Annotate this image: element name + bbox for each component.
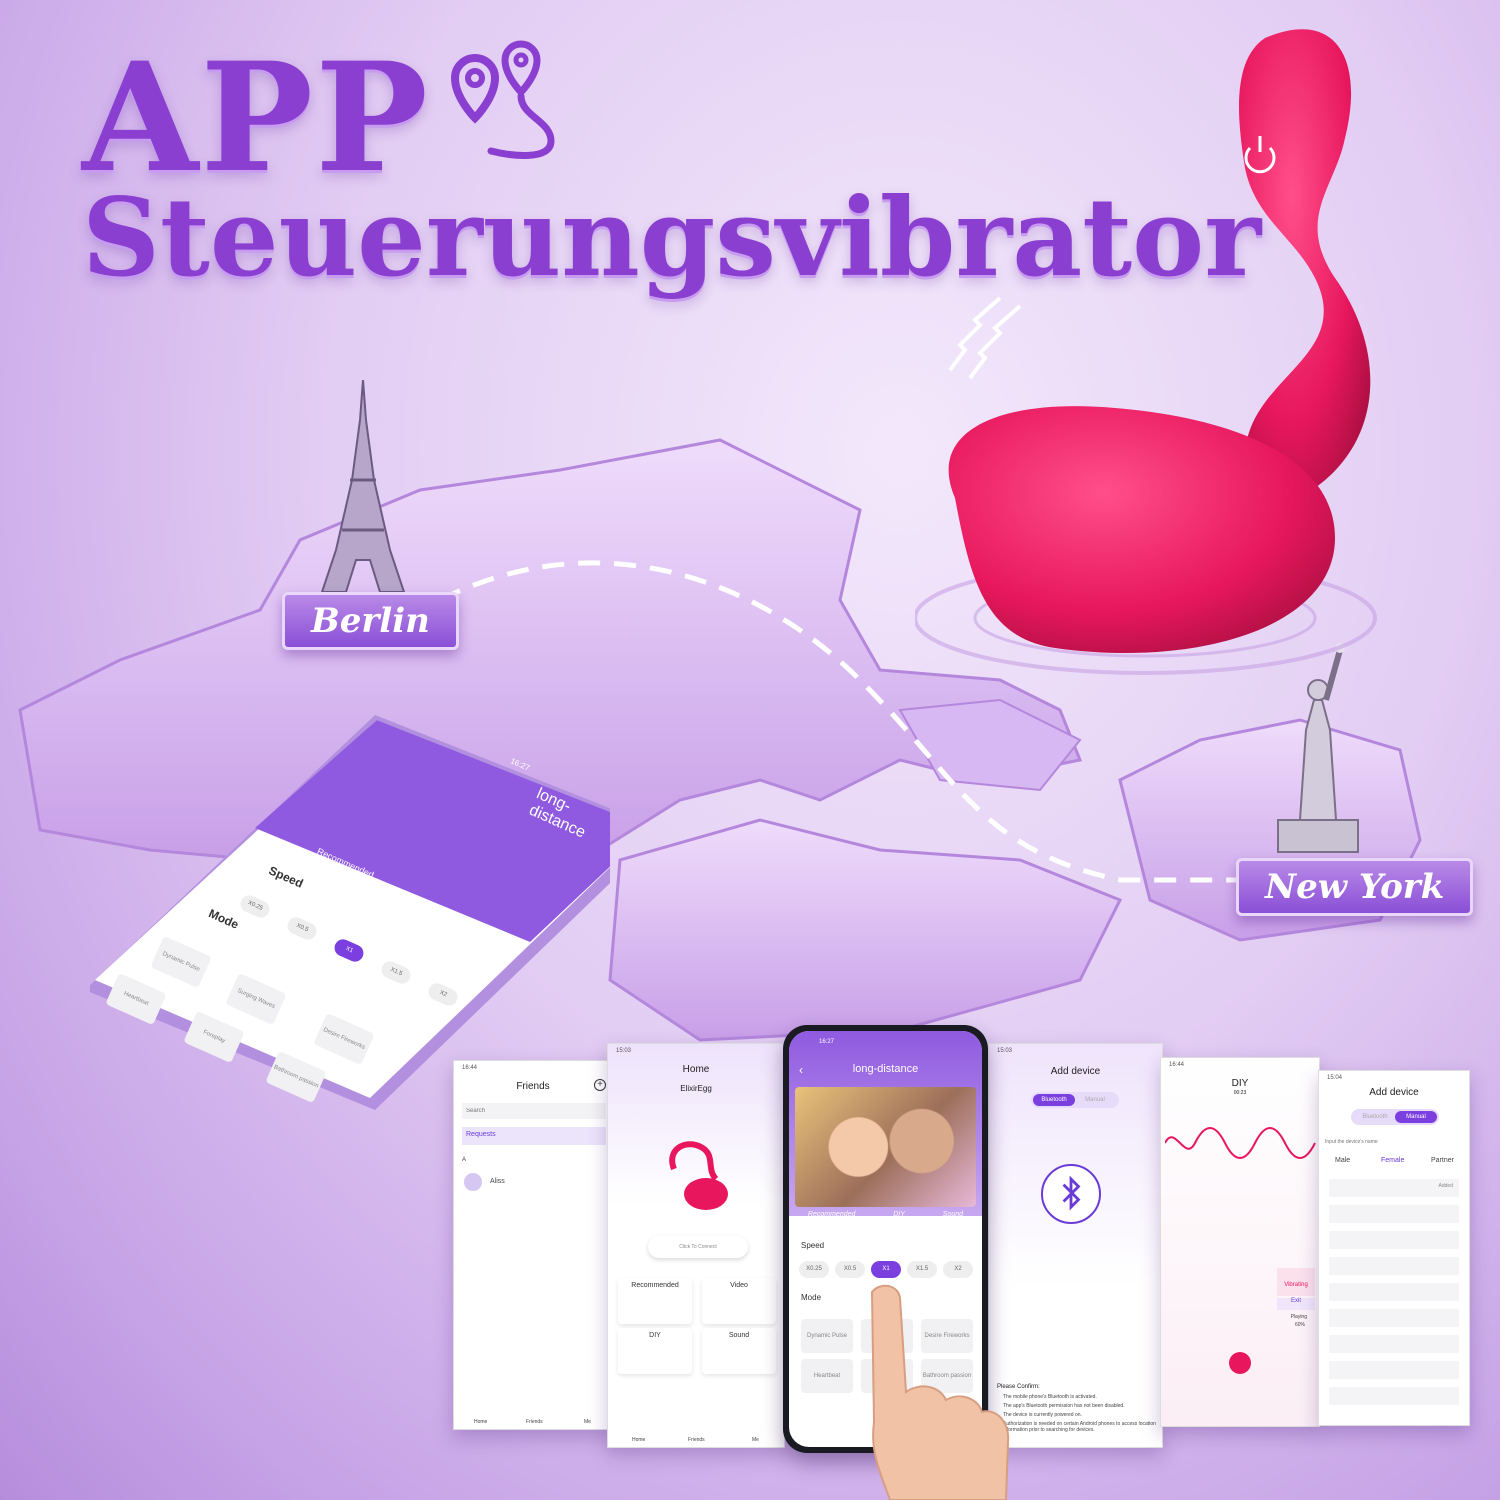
addman-tab-partner[interactable]: Partner — [1431, 1157, 1454, 1164]
home-card-video-label: Video — [730, 1282, 748, 1289]
center-mode-heartbeat[interactable]: Heartbeat — [801, 1359, 853, 1393]
home-card-diy[interactable]: DIY — [618, 1328, 692, 1374]
home-card-sound[interactable]: Sound — [702, 1328, 776, 1374]
addman-added-label: Added — [1438, 1183, 1453, 1189]
friends-nav-home[interactable]: Home — [474, 1419, 487, 1425]
friends-section-letter: A — [462, 1157, 467, 1163]
home-nav-me[interactable]: Me — [752, 1437, 759, 1443]
pointing-finger — [870, 1284, 1010, 1500]
bluetooth-scan-button[interactable] — [1041, 1164, 1101, 1224]
addbt-confirm-3: The device is currently powered on. — [1003, 1412, 1082, 1418]
addman-toggle-bluetooth[interactable]: Bluetooth — [1355, 1111, 1395, 1123]
addman-mode-toggle[interactable]: Bluetooth Manual — [1351, 1109, 1439, 1125]
addman-device-row[interactable] — [1329, 1361, 1459, 1379]
center-speed-label: Speed — [801, 1241, 825, 1250]
friends-time: 16:44 — [462, 1065, 478, 1071]
center-tab-recommended[interactable]: Recommended — [808, 1211, 855, 1218]
center-tab-sound[interactable]: Sound — [943, 1211, 963, 1218]
addman-tab-female[interactable]: Female — [1381, 1157, 1404, 1164]
home-card-video[interactable]: Video — [702, 1278, 776, 1324]
friends-search-input[interactable] — [462, 1103, 606, 1119]
friends-nav-friends[interactable]: Friends — [526, 1419, 543, 1425]
tilted-phone: 16:27 long-distance Recommended DIY Soun… — [85, 690, 665, 1110]
add-device-manual-screen: 15:04 Add device Bluetooth Manual Male F… — [1318, 1070, 1470, 1426]
home-device-image — [669, 1141, 728, 1210]
addbt-time: 15:03 — [997, 1048, 1013, 1054]
friends-screen: 16:44 Friends + Requests A Aliss Home Fr… — [453, 1060, 613, 1430]
city-label-new-york: New York — [1236, 858, 1474, 916]
add-device-bluetooth-screen: 15:03 Add device Bluetooth Manual Please… — [988, 1043, 1163, 1448]
addman-device-row[interactable] — [1329, 1231, 1459, 1249]
route-pin-icon — [450, 40, 555, 159]
addman-device-row[interactable] — [1329, 1257, 1459, 1275]
city-label-berlin: Berlin — [282, 592, 459, 650]
addbt-toggle-bluetooth[interactable]: Bluetooth — [1033, 1094, 1075, 1106]
center-tab-diy[interactable]: DIY — [893, 1211, 905, 1218]
home-card-diy-label: DIY — [649, 1332, 661, 1339]
home-nav-home[interactable]: Home — [632, 1437, 645, 1443]
addman-toggle-manual[interactable]: Manual — [1395, 1111, 1437, 1123]
diy-vibrating-button[interactable]: Vibrating — [1277, 1268, 1315, 1296]
addman-device-row[interactable] — [1329, 1309, 1459, 1327]
center-phone-time: 16:27 — [819, 1039, 835, 1045]
home-card-sound-label: Sound — [728, 1332, 750, 1339]
home-screen: 15:03 Home ElixirEgg Click To Connect Re… — [607, 1043, 785, 1448]
diy-exit-button[interactable]: Exit — [1277, 1298, 1315, 1310]
home-nav-friends[interactable]: Friends — [688, 1437, 705, 1443]
diy-play-button[interactable] — [1229, 1352, 1251, 1374]
addbt-confirm-2: The app's Bluetooth permission has not b… — [1003, 1403, 1125, 1409]
home-card-recommended[interactable]: Recommended — [618, 1278, 692, 1324]
friends-title: Friends — [516, 1081, 550, 1092]
addbt-mode-toggle[interactable]: Bluetooth Manual — [1031, 1092, 1119, 1108]
home-time: 15:03 — [616, 1048, 632, 1054]
vibration-wave-icon — [948, 296, 1022, 380]
home-card-recommended-label: Recommended — [631, 1282, 679, 1289]
addman-device-row[interactable] — [1329, 1283, 1459, 1301]
addbt-toggle-manual[interactable]: Manual — [1075, 1094, 1115, 1106]
addbt-title: Add device — [1050, 1066, 1101, 1077]
addman-tab-male[interactable]: Male — [1335, 1157, 1350, 1164]
center-phone-title: long-distance — [852, 1063, 919, 1075]
center-speed-x025[interactable]: X0.25 — [799, 1261, 829, 1278]
friends-requests-label: Requests — [466, 1131, 496, 1138]
center-speed-x2[interactable]: X2 — [943, 1261, 973, 1278]
bluetooth-icon — [1062, 1175, 1081, 1211]
addbt-confirm-1: The mobile phone's Bluetooth is activate… — [1003, 1394, 1097, 1400]
couple-photo — [795, 1087, 976, 1207]
addman-title: Add device — [1369, 1087, 1419, 1098]
diy-wave-graph — [1165, 1127, 1316, 1159]
diy-timer: 00:23 — [1233, 1090, 1247, 1096]
addman-device-row[interactable] — [1329, 1205, 1459, 1223]
addbt-confirm-4: Authorization is needed on certain Andro… — [1003, 1421, 1156, 1433]
addman-device-row[interactable] — [1329, 1335, 1459, 1353]
addman-device-name-input[interactable] — [1325, 1135, 1465, 1149]
addman-device-row[interactable] — [1329, 1387, 1459, 1405]
friends-requests-row[interactable]: Requests — [462, 1127, 606, 1145]
addman-time: 15:04 — [1327, 1075, 1343, 1081]
friends-nav-me[interactable]: Me — [584, 1419, 591, 1425]
diy-time: 16:44 — [1169, 1062, 1185, 1068]
diy-playing-value: 60% — [1294, 1322, 1305, 1328]
home-title: Home — [682, 1064, 710, 1075]
center-mode-label: Mode — [801, 1293, 822, 1302]
add-friend-icon[interactable]: + — [594, 1079, 606, 1091]
diy-playing-label: Playing — [1290, 1314, 1307, 1320]
center-speed-x1[interactable]: X1 — [871, 1261, 901, 1278]
center-mode-dynamic-pulse[interactable]: Dynamic Pulse — [801, 1319, 853, 1353]
click-to-connect-button[interactable]: Click To Connect — [648, 1236, 748, 1258]
eiffel-tower-icon — [320, 380, 406, 593]
diy-title: DIY — [1231, 1078, 1249, 1089]
contact-avatar — [464, 1173, 482, 1191]
diy-screen: 16:44 DIY 00:23 Vibrating Exit Playing 6… — [1160, 1057, 1320, 1427]
addman-device-row[interactable]: Added — [1329, 1179, 1459, 1197]
home-device-name: ElixirEgg — [680, 1084, 712, 1093]
center-speed-x05[interactable]: X0.5 — [835, 1261, 865, 1278]
center-speed-x15[interactable]: X1.5 — [907, 1261, 937, 1278]
contact-name[interactable]: Aliss — [490, 1178, 505, 1185]
